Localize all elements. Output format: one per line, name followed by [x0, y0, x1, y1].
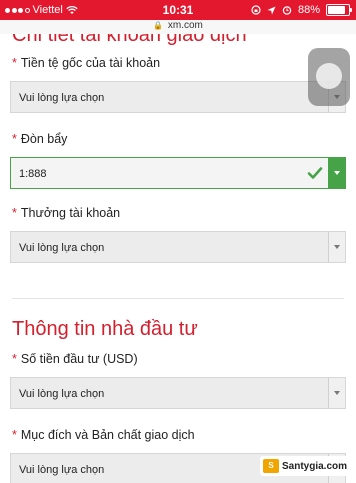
select-value: Vui lòng lựa chọn: [19, 242, 105, 254]
field-label-base-currency: * Tiền tệ gốc của tài khoản: [12, 56, 160, 70]
base-currency-select[interactable]: Vui lòng lựa chọn: [10, 81, 346, 113]
battery-icon: [326, 4, 352, 16]
battery-percent: 88%: [297, 4, 320, 16]
required-marker: *: [12, 206, 17, 220]
required-marker: *: [12, 56, 17, 70]
alarm-icon: [282, 6, 292, 15]
field-label-trading-purpose: * Mục đích và Bản chất giao dịch: [12, 428, 195, 442]
select-value: Vui lòng lựa chọn: [19, 388, 105, 400]
field-label-text: Mục đích và Bản chất giao dịch: [20, 428, 195, 442]
field-label-text: Số tiền đầu tư (USD): [20, 352, 138, 366]
investment-amount-select[interactable]: Vui lòng lựa chọn: [10, 377, 346, 409]
chevron-down-icon: [328, 158, 345, 188]
field-label-investment-amount: * Số tiền đầu tư (USD): [12, 352, 138, 366]
account-bonus-select[interactable]: Vui lòng lựa chọn: [10, 231, 346, 263]
field-label-account-bonus: * Thưởng tài khoản: [12, 206, 120, 220]
location-icon: [267, 6, 276, 14]
url-bar[interactable]: 🔒 xm.com: [0, 20, 356, 34]
field-label-leverage: * Đòn bẩy: [12, 132, 67, 146]
status-right: 88%: [251, 4, 352, 16]
status-bar: Viettel 10:31 88%: [0, 0, 356, 20]
chevron-down-icon: [328, 232, 345, 262]
watermark: S Santygia.com: [260, 456, 352, 476]
required-marker: *: [12, 428, 17, 442]
rotation-lock-icon: [251, 5, 261, 15]
section-title-investor-info: Thông tin nhà đầu tư: [12, 318, 198, 340]
leverage-select[interactable]: 1:888: [10, 157, 346, 189]
select-value: Vui lòng lựa chọn: [19, 464, 105, 476]
required-marker: *: [12, 352, 17, 366]
battery-fill: [328, 6, 346, 14]
assistive-touch-button[interactable]: [308, 48, 350, 106]
checkmark-icon: [307, 167, 323, 179]
field-label-text: Đòn bẩy: [20, 132, 68, 146]
select-value: Vui lòng lựa chọn: [19, 92, 105, 104]
chevron-down-icon: [328, 378, 345, 408]
section-divider: [12, 298, 344, 299]
lock-icon: 🔒: [153, 21, 164, 30]
field-label-text: Thưởng tài khoản: [20, 206, 121, 220]
watermark-logo-icon: S: [263, 459, 279, 473]
section-title-account-details: Chi tiết tài khoản giao dịch: [12, 34, 247, 46]
field-label-text: Tiền tệ gốc của tài khoản: [20, 56, 161, 70]
select-value: 1:888: [19, 168, 47, 180]
watermark-text: Santygia.com: [282, 460, 348, 472]
page-content: Chi tiết tài khoản giao dịch * Tiền tệ gố…: [0, 34, 356, 483]
required-marker: *: [12, 132, 17, 146]
url-text: xm.com: [167, 20, 203, 31]
